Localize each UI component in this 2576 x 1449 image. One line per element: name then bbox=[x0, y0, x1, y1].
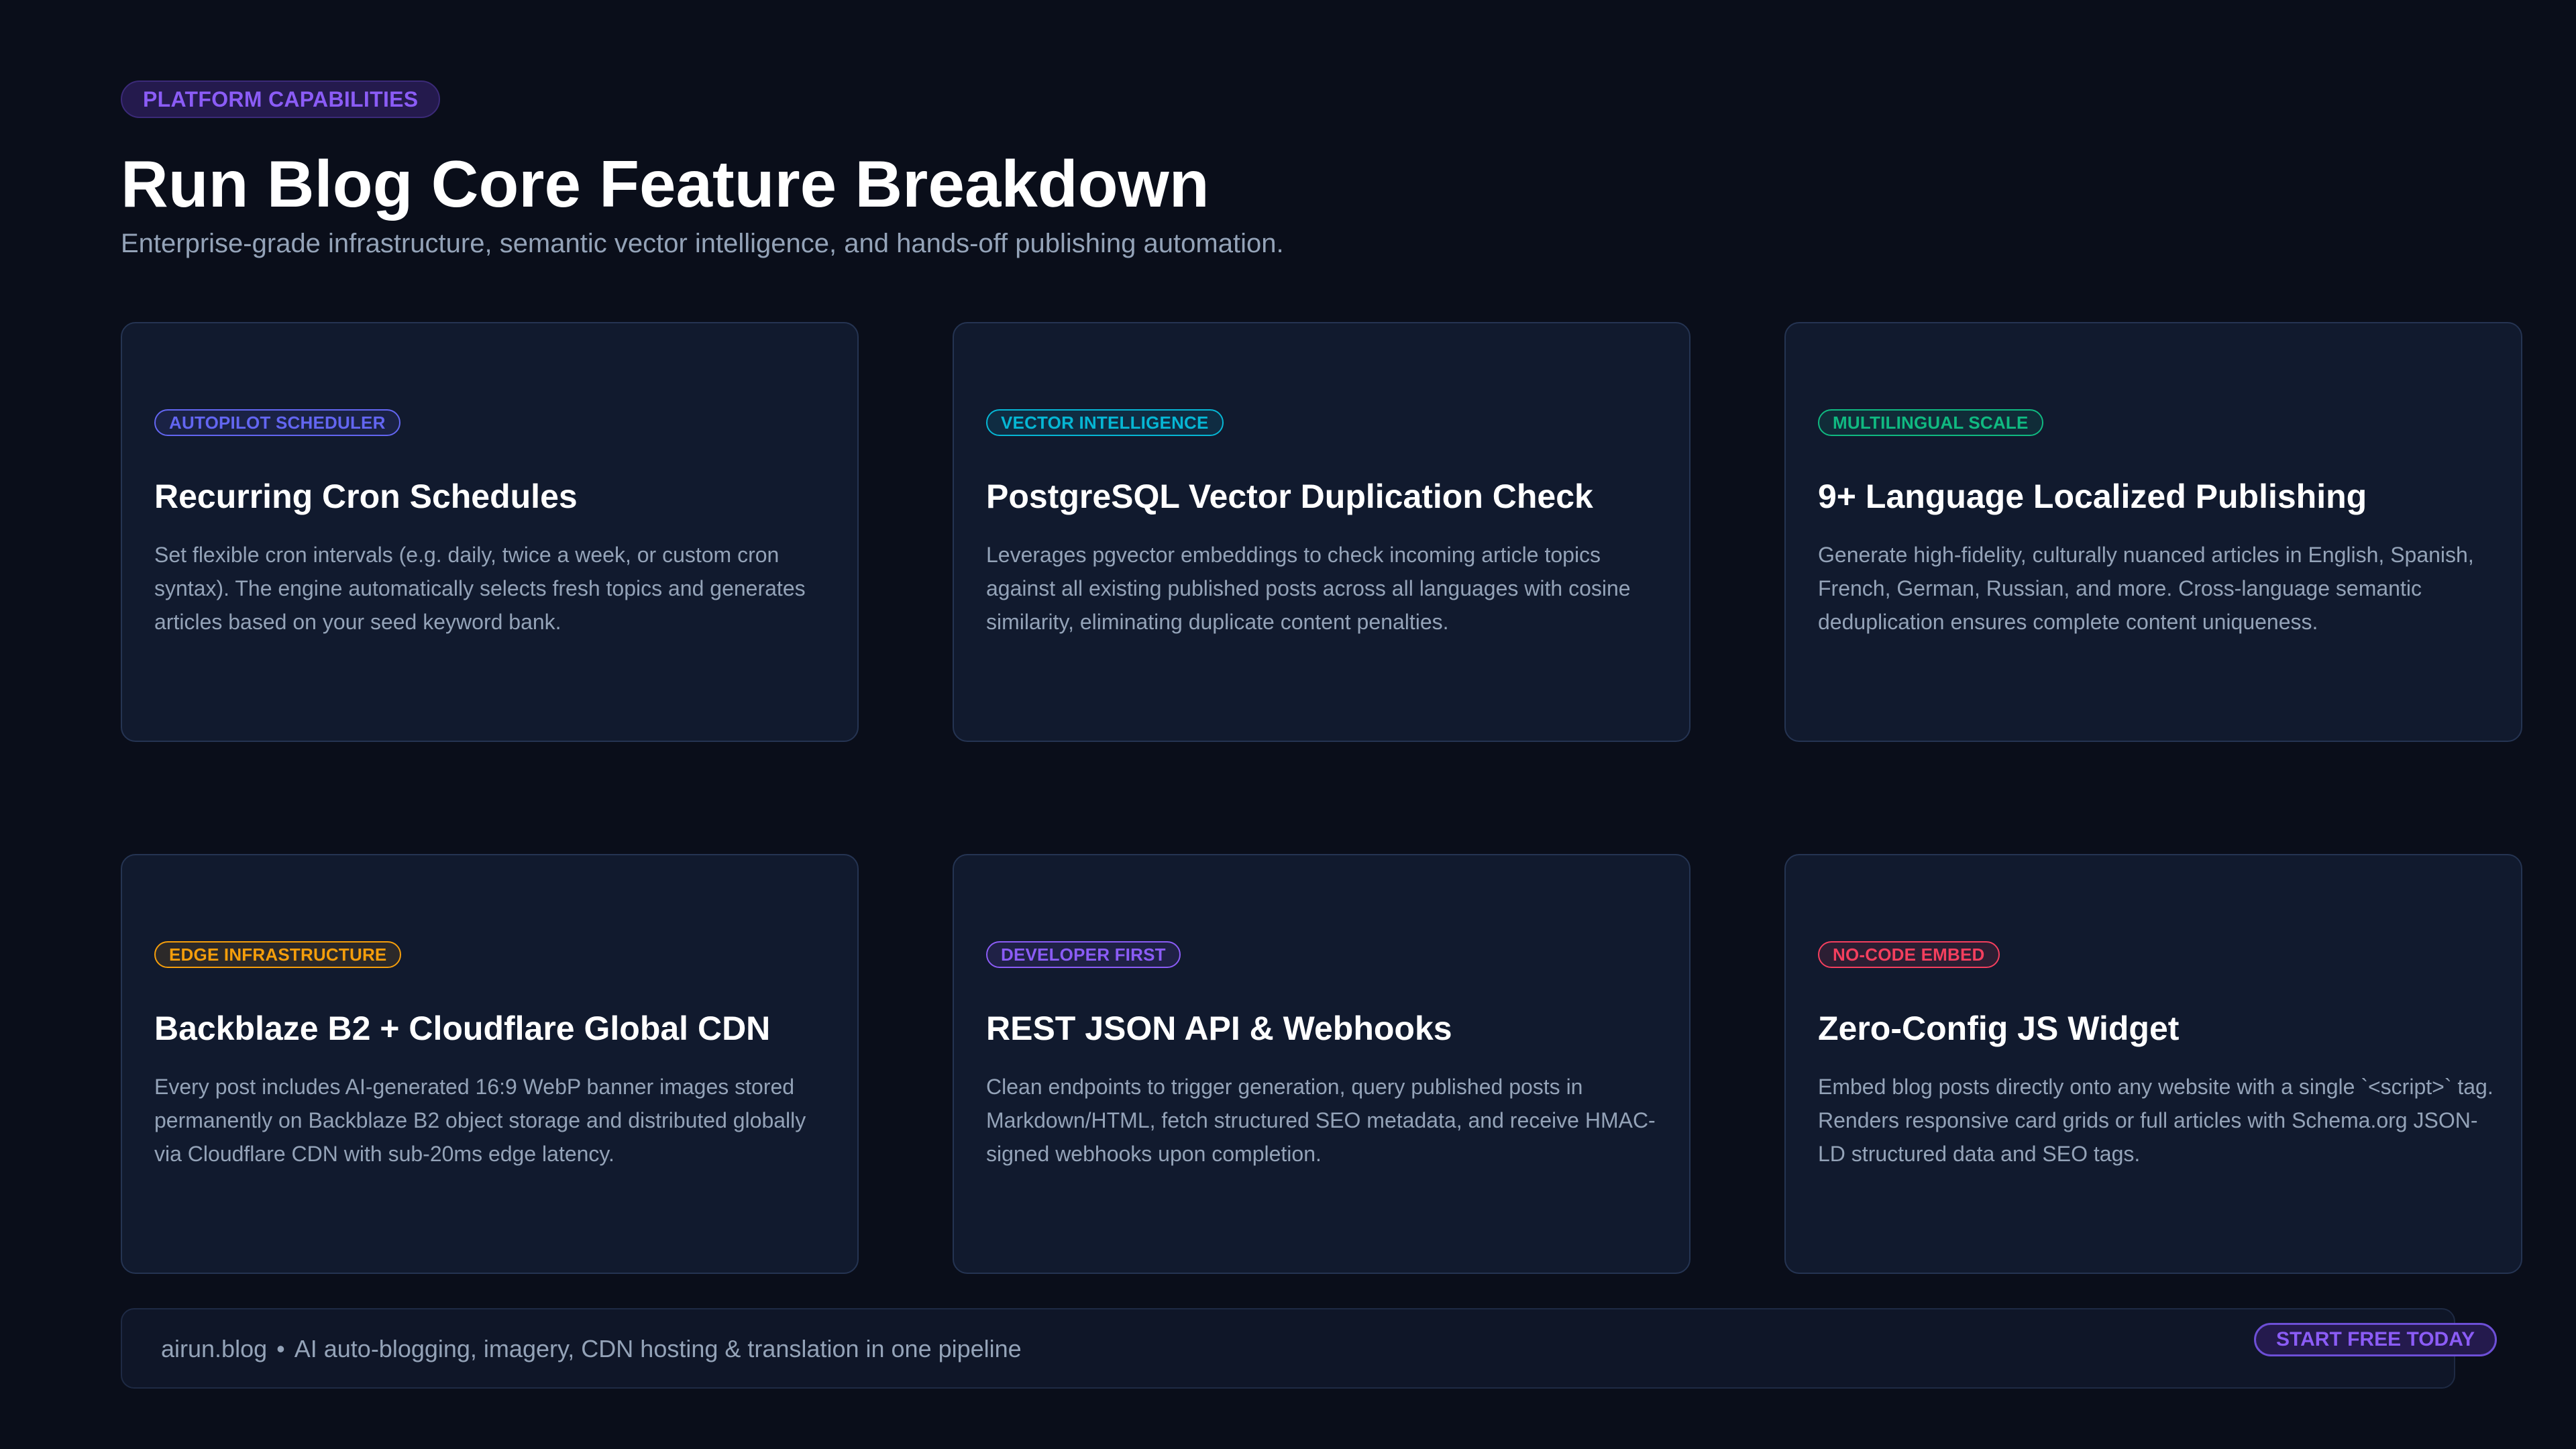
feature-card-cron: AUTOPILOT SCHEDULER Recurring Cron Sched… bbox=[121, 322, 859, 742]
feature-card-cdn: EDGE INFRASTRUCTURE Backblaze B2 + Cloud… bbox=[121, 854, 859, 1274]
card-badge: AUTOPILOT SCHEDULER bbox=[154, 409, 400, 436]
card-description: Clean endpoints to trigger generation, q… bbox=[986, 1075, 1656, 1166]
page-subtitle: Enterprise-grade infrastructure, semanti… bbox=[121, 229, 1284, 258]
card-description: Leverages pgvector embeddings to check i… bbox=[986, 543, 1631, 634]
page-title: Run Blog Core Feature Breakdown bbox=[121, 147, 1210, 221]
footer-tagline: AI auto-blogging, imagery, CDN hosting &… bbox=[294, 1335, 1022, 1362]
footer-separator: • bbox=[276, 1335, 285, 1362]
card-description: Generate high-fidelity, culturally nuanc… bbox=[1818, 543, 2474, 634]
card-description: Embed blog posts directly onto any websi… bbox=[1818, 1075, 2493, 1166]
card-description: Set flexible cron intervals (e.g. daily,… bbox=[154, 543, 806, 634]
card-badge: MULTILINGUAL SCALE bbox=[1818, 409, 2043, 436]
card-badge: VECTOR INTELLIGENCE bbox=[986, 409, 1224, 436]
feature-card-vector: VECTOR INTELLIGENCE PostgreSQL Vector Du… bbox=[953, 322, 1690, 742]
card-badge: EDGE INFRASTRUCTURE bbox=[154, 941, 402, 968]
start-free-button[interactable]: START FREE TODAY bbox=[2254, 1323, 2498, 1356]
footer-text: airun.blog • AI auto-blogging, imagery, CD… bbox=[161, 1335, 1022, 1363]
card-title: Zero-Config JS Widget bbox=[1818, 1010, 2180, 1047]
card-title: Backblaze B2 + Cloudflare Global CDN bbox=[154, 1010, 771, 1047]
card-description: Every post includes AI-generated 16:9 We… bbox=[154, 1075, 806, 1166]
card-title: 9+ Language Localized Publishing bbox=[1818, 478, 2367, 515]
feature-card-multilingual: MULTILINGUAL SCALE 9+ Language Localized… bbox=[1784, 322, 2522, 742]
feature-card-api: DEVELOPER FIRST REST JSON API & Webhooks… bbox=[953, 854, 1690, 1274]
eyebrow-badge: PLATFORM CAPABILITIES bbox=[121, 80, 441, 118]
footer-site-name: airun.blog bbox=[161, 1335, 268, 1362]
card-title: Recurring Cron Schedules bbox=[154, 478, 578, 515]
card-badge: NO-CODE EMBED bbox=[1818, 941, 2000, 968]
card-badge: DEVELOPER FIRST bbox=[986, 941, 1181, 968]
card-title: PostgreSQL Vector Duplication Check bbox=[986, 478, 1593, 515]
feature-card-widget: NO-CODE EMBED Zero-Config JS Widget Embe… bbox=[1784, 854, 2522, 1274]
card-title: REST JSON API & Webhooks bbox=[986, 1010, 1452, 1047]
footer-bar: airun.blog • AI auto-blogging, imagery, CD… bbox=[121, 1308, 2498, 1389]
feature-breakdown-page: PLATFORM CAPABILITIES Run Blog Core Feat… bbox=[0, 0, 2576, 1449]
